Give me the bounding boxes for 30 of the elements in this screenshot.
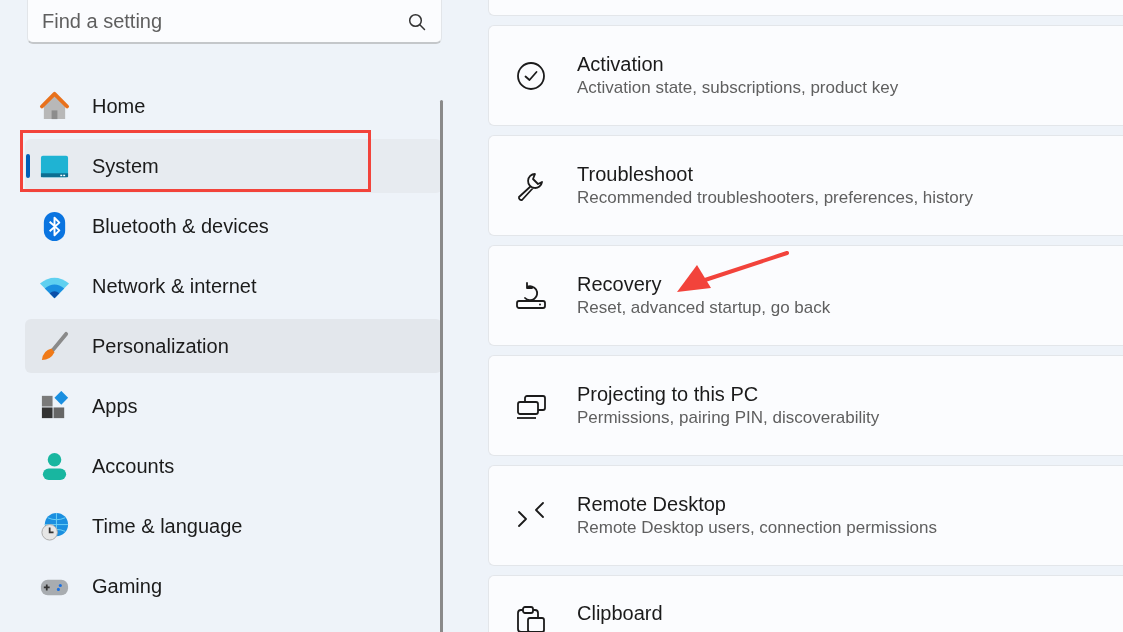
card-subtitle: Reset, advanced startup, go back	[577, 298, 831, 318]
card-title: Activation	[577, 53, 665, 76]
card-title: Recovery	[577, 273, 663, 296]
selection-indicator	[26, 154, 30, 178]
card-title: Clipboard	[577, 602, 663, 625]
settings-card[interactable]: Remote Desktop Remote Desktop users, connection permissions	[488, 465, 1123, 566]
nav-item[interactable]: Accounts	[25, 439, 442, 493]
settings-card[interactable]: Projecting to this PC Permissions, pairing PIN, discoverability	[488, 355, 1123, 456]
nav-item[interactable]: Apps	[25, 379, 442, 433]
card-subtitle: Recommended troubleshooters, preferences, history	[577, 188, 973, 208]
card-subtitle: Permissions, pairing PIN, discoverability	[577, 408, 880, 428]
card-subtitle: Activation state, subscriptions, product key	[577, 78, 899, 98]
nav-item[interactable]: System	[25, 139, 442, 193]
settings-card[interactable]: Troubleshoot Recommended troubleshooters, preferences, history	[488, 135, 1123, 236]
nav-item[interactable]: Personalization	[25, 319, 442, 373]
settings-card[interactable]: Recovery Reset, advanced startup, go back	[488, 245, 1123, 346]
settings-card[interactable]: Clipboard	[488, 575, 1123, 632]
drive-restore-icon	[515, 279, 547, 312]
search-field[interactable]: Find a setting	[27, 0, 442, 44]
scrollbar[interactable]	[440, 100, 443, 632]
paintbrush-icon	[39, 330, 70, 362]
checkmark-circle-icon	[515, 59, 547, 92]
search-icon	[408, 13, 426, 31]
globe-clock-icon	[39, 510, 70, 542]
house-icon	[39, 90, 70, 122]
card-title: Remote Desktop	[577, 493, 727, 516]
card-title: Projecting to this PC	[577, 383, 760, 406]
settings-card[interactable]: Activation Activation state, subscriptions, product key	[488, 25, 1123, 126]
card-title: Troubleshoot	[577, 163, 694, 186]
card-subtitle: Remote Desktop users, connection permissions	[577, 518, 937, 538]
